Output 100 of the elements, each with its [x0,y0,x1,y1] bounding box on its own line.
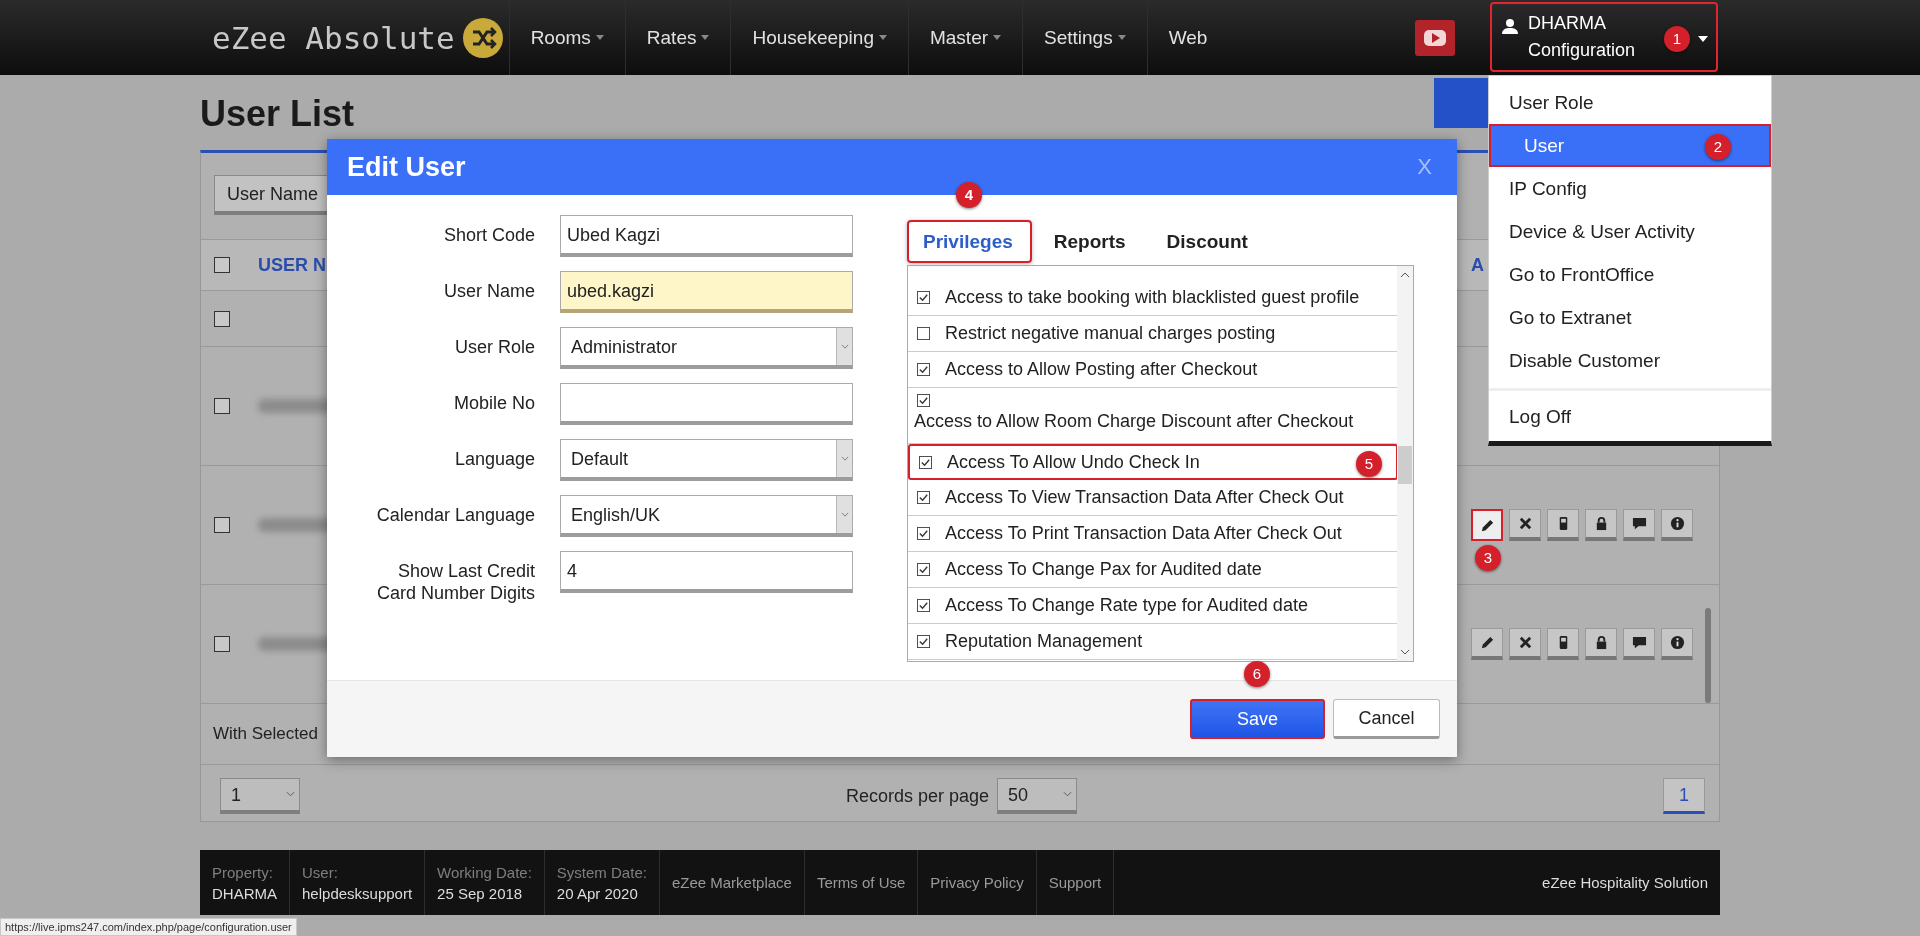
checkbox[interactable] [214,257,230,273]
chevron-down-icon [840,512,849,517]
person-icon [1502,18,1518,34]
menu-item[interactable]: Device & User Activity [1489,210,1771,253]
filter-select[interactable]: User Name [214,175,328,215]
column-header[interactable]: USER N [258,254,326,276]
lock-button[interactable] [1585,509,1617,541]
scrollbar[interactable] [1705,608,1711,703]
nav-menu-item[interactable]: Housekeeping [730,0,908,75]
privilege-label: Access To Allow Undo Check In [947,451,1200,473]
field-label: Show Last Credit Card Number Digits [375,560,535,604]
nav-menu-item[interactable]: Rooms [508,0,625,75]
select-field[interactable]: English/UK [560,495,853,537]
chevron-down-icon [1063,791,1073,797]
footer-value: 20 Apr 2020 [556,884,639,902]
scroll-thumb[interactable] [1398,446,1412,484]
info-button[interactable] [1661,509,1693,541]
footer-value: DHARMA [212,884,277,902]
input-field[interactable] [560,383,853,425]
dialog-title: Edit User [347,151,466,183]
checkbox[interactable] [917,394,930,407]
speech-bubble-icon [1631,516,1647,531]
footer-value: 25 Sep 2018 [437,884,524,902]
menu-item[interactable]: Log Off [1489,395,1771,438]
column-header[interactable]: A [1471,254,1484,276]
menu-item[interactable]: Disable Customer [1489,339,1771,382]
footer-link[interactable]: Privacy Policy [918,850,1037,915]
tab[interactable]: Reports [1037,220,1145,263]
cancel-button[interactable]: Cancel [1333,699,1440,739]
input-field[interactable]: Ubed Kagzi [560,215,853,257]
delete-button[interactable] [1509,628,1541,660]
info-icon [1669,516,1685,531]
footer-label: System Date: [556,863,647,881]
field-label: Language [453,448,535,470]
step-badge: 2 [1705,134,1731,160]
menu-item[interactable]: User 2 [1489,124,1771,167]
step-badge: 4 [956,182,982,208]
checkbox[interactable] [917,527,930,540]
records-per-page-label: Records per page [845,785,990,807]
checkbox[interactable] [917,291,930,304]
checkbox[interactable] [917,363,930,376]
close-icon [1517,635,1533,650]
menu-item[interactable]: User Role [1489,81,1771,124]
comment-button[interactable] [1623,509,1655,541]
logo: eZee Absolute [212,19,455,56]
pencil-icon [1479,635,1495,650]
checkbox[interactable] [214,398,230,414]
footer-link[interactable]: Terms of Use [804,850,919,915]
privilege-label: Access to Allow Posting after Checkout [945,359,1258,380]
shuffle-icon [462,17,503,58]
checkbox[interactable] [214,636,230,652]
menu-item[interactable]: IP Config [1489,167,1771,210]
chevron-up-icon [1400,272,1410,278]
video-icon[interactable] [1415,19,1455,56]
mobile-button[interactable] [1547,628,1579,660]
menu-item[interactable]: Go to Extranet [1489,296,1771,339]
privilege-label: Access To Print Transaction Data After Check Out [945,523,1342,544]
tab[interactable]: Discount [1150,220,1267,263]
delete-button[interactable] [1509,509,1541,541]
input-field[interactable]: 4 [560,551,853,593]
checkbox[interactable] [917,599,930,612]
lock-button[interactable] [1585,628,1617,660]
nav-menu-item[interactable]: Settings [1022,0,1147,75]
footer-label: Working Date: [437,863,532,881]
field-label: User Role [453,336,535,358]
field-label: Calendar Language [375,504,535,526]
save-button[interactable]: Save [1190,699,1325,739]
privilege-label: Reputation Management [945,631,1143,652]
info-button[interactable] [1661,628,1693,660]
footer-label: User: [302,863,339,881]
step-badge: 6 [1244,661,1270,687]
nav-menu-item[interactable]: Master [907,0,1023,75]
field-label: User Name [442,280,535,302]
input-field[interactable]: ubed.kagzi [560,271,853,313]
checkbox[interactable] [917,491,930,504]
privilege-label: Access to take booking with blacklisted guest profile [945,287,1360,308]
edit-button[interactable] [1471,509,1503,541]
page-select[interactable]: 1 [220,778,300,814]
footer-link[interactable]: Support [1036,850,1115,915]
records-per-page-select[interactable]: 50 [997,778,1078,814]
checkbox[interactable] [917,563,930,576]
footer-value: helpdesksupport [302,884,413,902]
edit-button[interactable] [1471,628,1503,660]
select-field[interactable]: Default [560,439,853,481]
checkbox[interactable] [214,517,230,533]
checkbox[interactable] [917,635,930,648]
select-field[interactable]: Administrator [560,327,853,369]
footer-link[interactable]: eZee Marketplace [659,850,805,915]
nav-menu-item[interactable]: Web [1146,0,1229,75]
checkbox[interactable] [919,455,932,469]
comment-button[interactable] [1623,628,1655,660]
nav-menu-item[interactable]: Rates [624,0,731,75]
user-menu-button[interactable]: DHARMA Configuration 1 [1490,2,1718,72]
mobile-button[interactable] [1547,509,1579,541]
page-number-button[interactable]: 1 [1663,778,1705,814]
checkbox[interactable] [917,327,930,340]
checkbox[interactable] [214,310,230,327]
menu-item[interactable]: Go to FrontOffice [1489,253,1771,296]
scroll-track[interactable] [1397,266,1413,661]
step-badge: 3 [1475,545,1501,571]
